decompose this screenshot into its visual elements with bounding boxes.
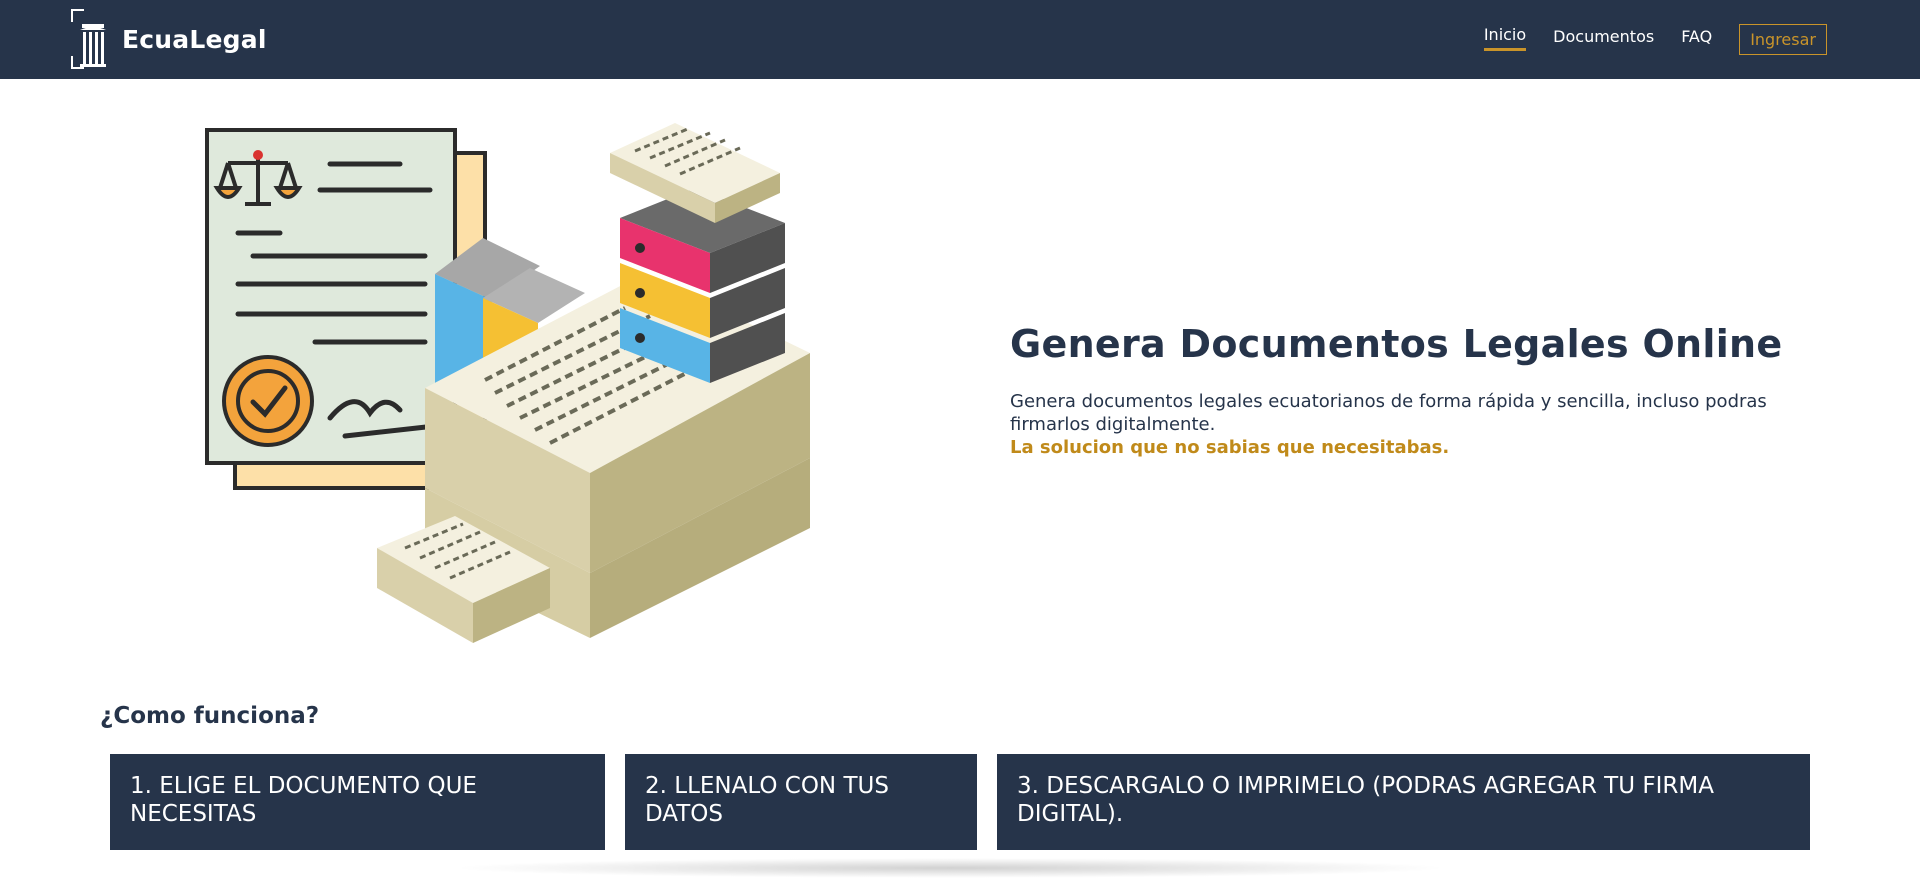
login-button[interactable]: Ingresar [1739, 24, 1827, 55]
nav-link-faq[interactable]: FAQ [1681, 27, 1712, 53]
section-shadow [450, 858, 1450, 878]
step-card-2: 2. LLENALO CON TUS DATOS [625, 754, 977, 850]
hero-section: Genera Documentos Legales Online Genera … [1010, 322, 1830, 459]
hero-tagline: La solucion que no sabias que necesitaba… [1010, 437, 1450, 458]
step-card-1: 1. ELIGE EL DOCUMENTO QUE NECESITAS [110, 754, 605, 850]
nav-link-documentos[interactable]: Documentos [1553, 27, 1654, 53]
step-card-3: 3. DESCARGALO O IMPRIMELO (PODRAS AGREGA… [997, 754, 1810, 850]
brand-name: EcuaLegal [122, 24, 267, 54]
main-nav: Inicio Documentos FAQ Ingresar [1457, 0, 1827, 79]
hero-description: Genera documentos legales ecuatorianos d… [1010, 391, 1767, 435]
hero-title: Genera Documentos Legales Online [1010, 322, 1783, 366]
navbar: EcuaLegal Inicio Documentos FAQ Ingresar [0, 0, 1920, 79]
brand-link[interactable]: EcuaLegal [70, 8, 267, 70]
legal-documents-illustration [205, 123, 810, 643]
courthouse-logo-icon [71, 9, 106, 69]
nav-link-inicio[interactable]: Inicio [1483, 25, 1527, 51]
how-it-works-title: ¿Como funciona? [100, 703, 320, 729]
